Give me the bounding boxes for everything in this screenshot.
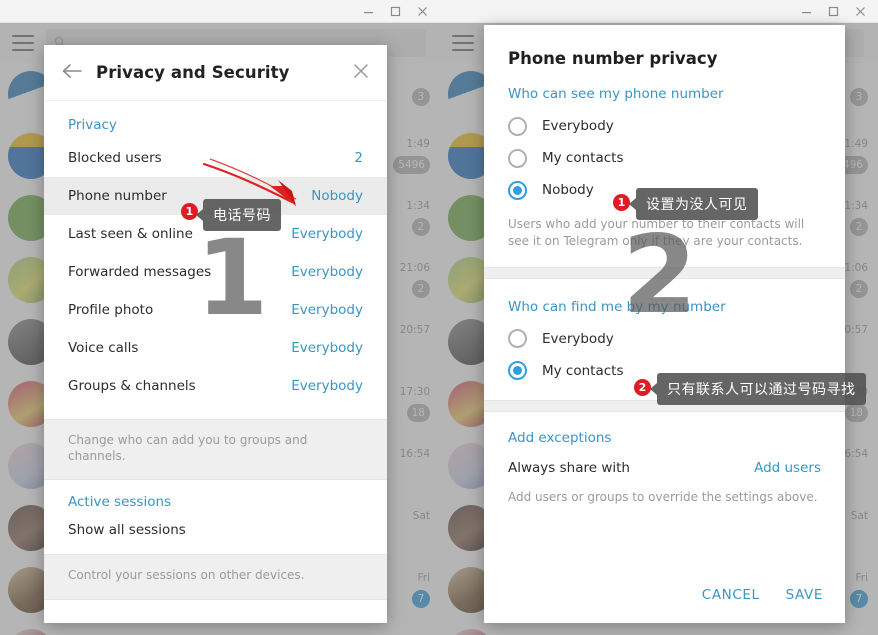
save-button[interactable]: SAVE	[786, 587, 823, 603]
cancel-button[interactable]: CANCEL	[702, 587, 760, 603]
section-divider	[484, 266, 845, 279]
privacy-section: Privacy Blocked users 2 Phone number Nob…	[44, 101, 387, 481]
setting-value: Everybody	[291, 302, 363, 318]
screen: Telegram Tips …e… 3 1:49	[0, 0, 878, 635]
setting-row-profile-photo[interactable]: Profile photo Everybody	[44, 291, 387, 329]
setting-label: Groups & channels	[68, 378, 196, 394]
dialog-actions: CANCEL SAVE	[702, 587, 823, 603]
setting-value: Nobody	[311, 188, 363, 204]
step2-tooltip-see: 设置为没人可见	[629, 188, 758, 220]
minimize-button[interactable]	[793, 1, 820, 22]
setting-value: Everybody	[291, 264, 363, 280]
setting-label: Profile photo	[68, 302, 154, 318]
titlebar-left	[0, 0, 440, 23]
radio-row-see-my-contacts[interactable]: My contacts	[484, 142, 845, 174]
radio-icon[interactable]	[508, 148, 527, 168]
radio-icon-selected[interactable]	[508, 180, 527, 200]
radio-label: My contacts	[542, 150, 624, 166]
setting-value: Everybody	[291, 340, 363, 356]
page-title: Privacy and Security	[96, 63, 290, 82]
add-users-button[interactable]: Add users	[754, 460, 821, 476]
setting-value: 2	[354, 150, 363, 166]
close-button[interactable]	[847, 1, 874, 22]
phone-number-privacy-dialog: Phone number privacy Who can see my phon…	[484, 25, 845, 623]
step2-badge-find: 2	[634, 379, 651, 396]
dialog-body: Privacy Blocked users 2 Phone number Nob…	[44, 101, 387, 623]
show-all-sessions-item[interactable]: Show all sessions	[44, 516, 387, 554]
who-can-find-heading: Who can find me by my number	[508, 298, 726, 315]
add-exceptions-heading[interactable]: Add exceptions	[484, 412, 845, 454]
maximize-button[interactable]	[820, 1, 847, 22]
close-icon[interactable]	[353, 63, 369, 83]
privacy-section-note: Change who can add you to groups and cha…	[44, 419, 387, 481]
always-share-with-row: Always share with Add users	[484, 454, 845, 476]
setting-value: Everybody	[291, 378, 363, 394]
telegram-window-right: Telegram Tips …e… 3 1:49 5496 1:34	[440, 0, 878, 635]
radio-icon[interactable]	[508, 329, 527, 349]
setting-row-groups-channels[interactable]: Groups & channels Everybody	[44, 367, 387, 405]
always-share-with-label: Always share with	[508, 459, 630, 476]
setting-row-forwarded-messages[interactable]: Forwarded messages Everybody	[44, 253, 387, 291]
minimize-button[interactable]	[355, 1, 382, 22]
setting-row-blocked-users[interactable]: Blocked users 2	[44, 139, 387, 177]
setting-label: Blocked users	[68, 150, 162, 166]
back-icon[interactable]	[62, 63, 82, 83]
active-sessions-heading[interactable]: Active sessions	[44, 480, 387, 516]
dialog-title: Phone number privacy	[508, 49, 718, 68]
radio-label: Everybody	[542, 330, 614, 347]
sessions-section-note: Control your sessions on other devices.	[44, 554, 387, 600]
radio-row-see-everybody[interactable]: Everybody	[484, 110, 845, 142]
radio-icon-selected[interactable]	[508, 361, 527, 381]
setting-label: Forwarded messages	[68, 264, 212, 280]
radio-icon[interactable]	[508, 116, 527, 136]
radio-row-find-everybody[interactable]: Everybody	[484, 323, 845, 355]
add-exceptions-note: Add users or groups to override the sett…	[508, 489, 818, 504]
maximize-button[interactable]	[382, 1, 409, 22]
telegram-window-left: Telegram Tips …e… 3 1:49	[0, 0, 440, 635]
setting-label: Voice calls	[68, 340, 139, 356]
setting-row-voice-calls[interactable]: Voice calls Everybody	[44, 329, 387, 367]
sessions-section: Active sessions Show all sessions Contro…	[44, 480, 387, 600]
close-button[interactable]	[409, 1, 436, 22]
step1-tooltip: 电话号码	[196, 199, 281, 231]
who-can-see-heading: Who can see my phone number	[508, 86, 724, 102]
radio-label: My contacts	[542, 362, 624, 379]
privacy-section-heading: Privacy	[68, 117, 117, 133]
setting-value: Everybody	[291, 226, 363, 242]
radio-label: Everybody	[542, 118, 614, 134]
step2-badge-see: 1	[613, 194, 630, 211]
dialog-header: Privacy and Security	[44, 45, 387, 101]
radio-label: Nobody	[542, 182, 594, 198]
privacy-and-security-dialog: Privacy and Security Privacy Blocked use…	[44, 45, 387, 623]
step2-tooltip-find: 只有联系人可以通过号码寻找	[650, 373, 866, 405]
titlebar-right	[440, 0, 878, 23]
